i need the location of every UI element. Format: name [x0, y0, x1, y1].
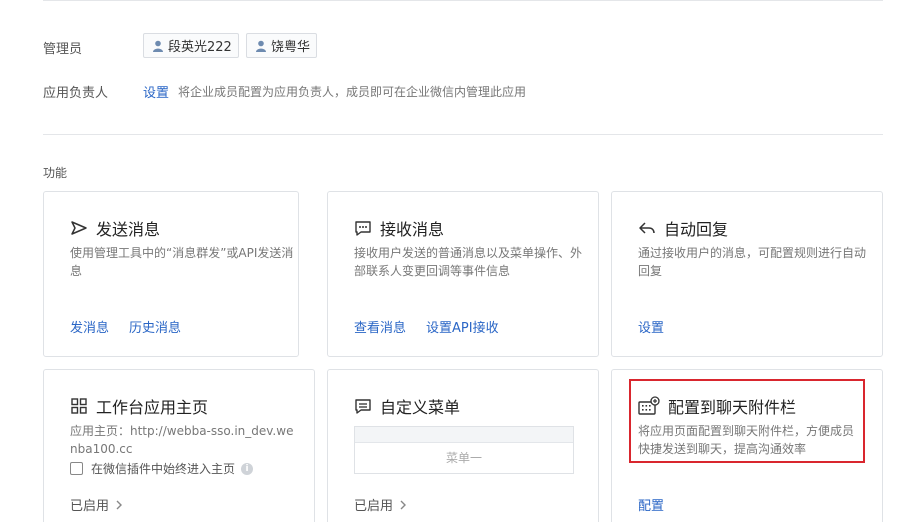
user-icon — [256, 40, 266, 52]
custom-menu-card: 自定义菜单 菜单一 已启用 — [327, 369, 599, 522]
card-description: 应用主页：http://webba-sso.in_dev.wenba100.cc — [70, 424, 294, 456]
section-divider — [43, 134, 883, 135]
card-description: 使用管理工具中的“消息群发”或API发送消息 — [70, 246, 294, 278]
chat-icon — [355, 221, 371, 236]
menu-preview-header — [355, 427, 573, 443]
admin-chip-2[interactable]: 饶粤华 — [246, 33, 318, 58]
set-api-receive-link[interactable]: 设置API接收 — [426, 317, 499, 336]
always-enter-home-checkbox[interactable] — [70, 462, 83, 475]
chevron-right-icon — [116, 500, 123, 509]
owner-description: 将企业成员配置为应用负责人，成员即可在企业微信内管理此应用 — [178, 85, 527, 99]
auto-reply-card: 自动回复 通过接收用户的消息，可配置规则进行自动回复 设置 — [611, 191, 883, 357]
message-history-link[interactable]: 历史消息 — [129, 317, 181, 336]
receive-message-card: 接收消息 接收用户发送的普通消息以及菜单操作、外部联系人变更回调等事件信息 查看… — [327, 191, 599, 357]
status-text: 已启用 — [354, 499, 394, 514]
features-section-label: 功能 — [43, 166, 68, 180]
user-icon — [153, 40, 163, 52]
info-icon[interactable]: i — [241, 462, 254, 475]
top-divider — [43, 0, 883, 1]
card-title: 接收消息 — [380, 220, 445, 239]
auto-reply-settings-link[interactable]: 设置 — [638, 317, 664, 336]
card-title: 工作台应用主页 — [96, 398, 209, 417]
menu-preview: 菜单一 — [354, 426, 574, 474]
admin-label: 管理员 — [43, 42, 83, 57]
admin-name: 饶粤华 — [271, 40, 311, 55]
reply-icon — [639, 222, 655, 234]
send-icon — [71, 221, 87, 235]
admin-chip-1[interactable]: 段英光222 — [143, 33, 239, 58]
menu-item: 菜单一 — [445, 451, 482, 465]
send-message-link[interactable]: 发消息 — [70, 317, 109, 336]
send-message-card: 发送消息 使用管理工具中的“消息群发”或API发送消息 发消息 历史消息 — [43, 191, 299, 357]
view-messages-link[interactable]: 查看消息 — [354, 317, 406, 336]
grid-icon — [71, 398, 87, 414]
card-title: 自动回复 — [664, 220, 729, 239]
workbench-homepage-card: 工作台应用主页 应用主页：http://webba-sso.in_dev.wen… — [43, 369, 315, 522]
checkbox-label: 在微信插件中始终进入主页 — [91, 462, 236, 476]
card-title: 自定义菜单 — [380, 398, 461, 417]
card-description: 接收用户发送的普通消息以及菜单操作、外部联系人变更回调等事件信息 — [354, 246, 583, 278]
highlight-box — [629, 379, 865, 463]
admin-name: 段英光222 — [168, 40, 232, 55]
owner-settings-link[interactable]: 设置 — [143, 82, 169, 101]
status-text: 已启用 — [70, 499, 110, 514]
chevron-right-icon — [400, 500, 407, 509]
workbench-status[interactable]: 已启用 — [70, 495, 123, 514]
configure-link[interactable]: 配置 — [638, 495, 664, 514]
menu-icon — [355, 399, 371, 414]
card-description: 通过接收用户的消息，可配置规则进行自动回复 — [638, 246, 867, 278]
card-title: 发送消息 — [96, 220, 161, 239]
owner-label: 应用负责人 — [43, 86, 109, 101]
custom-menu-status[interactable]: 已启用 — [354, 495, 407, 514]
